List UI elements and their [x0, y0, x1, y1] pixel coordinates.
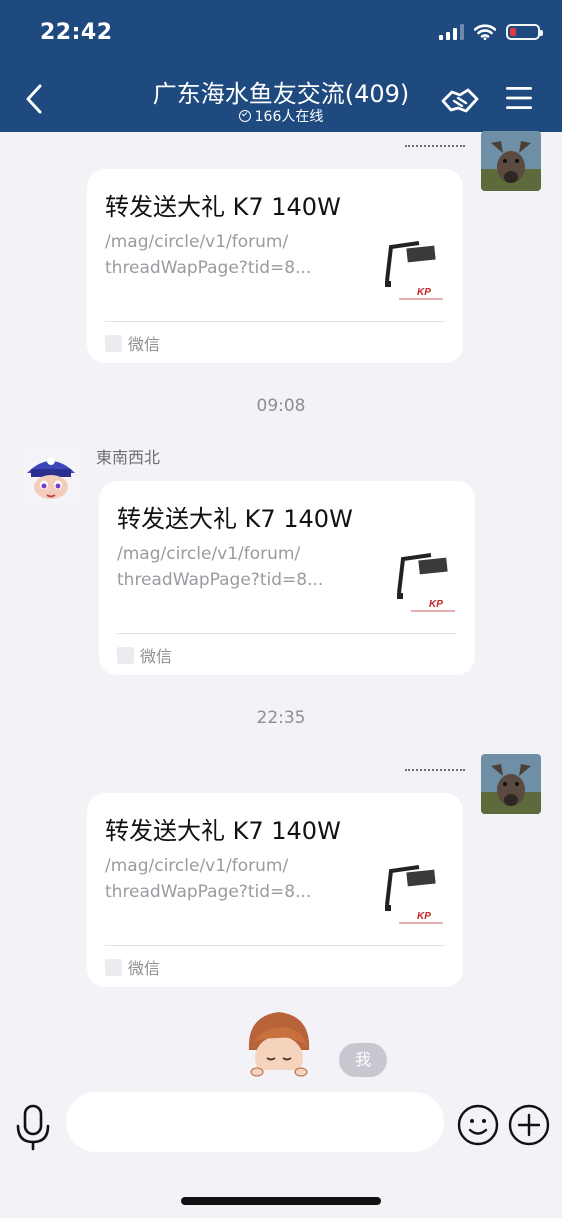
card-title: 转发送大礼 K7 140W: [117, 505, 353, 533]
card-title: 转发送大礼 K7 140W: [105, 817, 341, 845]
wechat-icon: [117, 646, 134, 664]
my-avatar[interactable]: [481, 754, 541, 814]
handshake-icon[interactable]: [440, 84, 480, 116]
timestamp: 09:08: [256, 396, 306, 416]
wifi-icon: [474, 24, 496, 40]
product-thumbnail: KP: [377, 233, 449, 305]
link-card[interactable]: 转发送大礼 K7 140W /mag/circle/v1/forum/ thre…: [87, 793, 463, 987]
product-thumbnail: KP: [389, 545, 461, 617]
home-indicator[interactable]: [181, 1197, 381, 1205]
status-icons: [439, 24, 543, 40]
card-divider: [117, 633, 457, 634]
timestamp: 22:35: [256, 708, 306, 728]
my-avatar[interactable]: [481, 131, 541, 191]
plus-icon[interactable]: [508, 1104, 550, 1146]
message-status-dots: [405, 769, 465, 773]
me-badge[interactable]: 我: [339, 1043, 387, 1077]
status-time: 22:42: [40, 20, 113, 45]
menu-button[interactable]: [505, 86, 533, 110]
chat-header: 22:42 广东海水鱼友交流(409) 166人在线: [0, 0, 562, 132]
mascot-avatar: [243, 1012, 315, 1078]
link-card[interactable]: 转发送大礼 K7 140W /mag/circle/v1/forum/ thre…: [87, 169, 463, 363]
card-source: 微信: [105, 331, 160, 355]
svg-text:KP: KP: [417, 911, 431, 922]
link-card[interactable]: 转发送大礼 K7 140W /mag/circle/v1/forum/ thre…: [99, 481, 475, 675]
card-divider: [105, 945, 445, 946]
wechat-icon: [105, 958, 122, 976]
card-description: /mag/circle/v1/forum/ threadWapPage?tid=…: [105, 232, 312, 278]
svg-text:KP: KP: [429, 599, 443, 610]
card-title: 转发送大礼 K7 140W: [105, 193, 341, 221]
card-description: /mag/circle/v1/forum/ threadWapPage?tid=…: [105, 856, 312, 902]
online-count: 166人在线: [254, 109, 324, 125]
sender-avatar[interactable]: [21, 443, 81, 503]
signal-icon: [439, 24, 464, 40]
card-divider: [105, 321, 445, 322]
sender-name: 東南西北: [96, 448, 161, 467]
smiley-icon[interactable]: [457, 1104, 499, 1146]
product-thumbnail: KP: [377, 857, 449, 929]
check-circle-icon: [238, 110, 251, 122]
microphone-icon[interactable]: [14, 1102, 52, 1152]
card-source: 微信: [117, 643, 172, 667]
message-input[interactable]: [66, 1092, 444, 1152]
svg-text:KP: KP: [417, 287, 431, 298]
card-description: /mag/circle/v1/forum/ threadWapPage?tid=…: [117, 544, 324, 590]
card-source: 微信: [105, 955, 160, 979]
battery-icon: [506, 24, 543, 40]
message-status-dots: [405, 145, 465, 149]
wechat-icon: [105, 334, 122, 352]
